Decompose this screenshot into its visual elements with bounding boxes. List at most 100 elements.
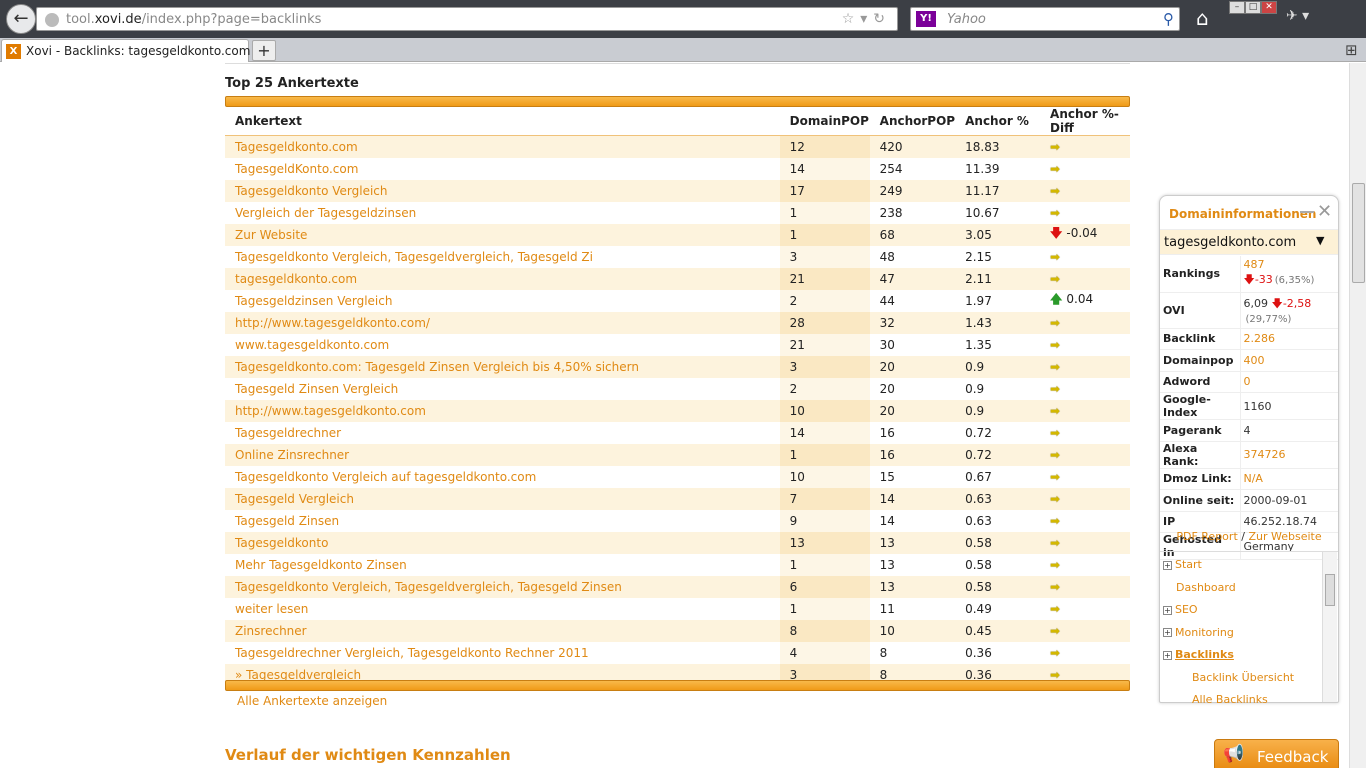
- tree-item[interactable]: Alle Backlinks: [1192, 693, 1268, 703]
- arrow-right-icon: ➡: [1050, 469, 1061, 484]
- anchor-text-link[interactable]: Tagesgeldkonto.com: Tagesgeld Zinsen Ver…: [225, 355, 780, 378]
- bookmark-star-icon[interactable]: ☆▾↻: [842, 11, 891, 27]
- new-tab-button[interactable]: +: [252, 40, 276, 61]
- info-value-cell: 6,09 🡇-2,58 (29,77%): [1240, 292, 1338, 329]
- anchorpop-cell: 15: [879, 469, 895, 484]
- anchor-text-link[interactable]: Tagesgeldkonto Vergleich: [225, 179, 780, 202]
- info-value[interactable]: N/A: [1244, 472, 1263, 485]
- expand-plus-icon[interactable]: +: [1163, 605, 1172, 615]
- anchor-text-link[interactable]: Tagesgeldkonto Vergleich, Tagesgeldvergl…: [225, 246, 780, 268]
- info-key: Domainpop: [1160, 349, 1241, 372]
- anchor-pct-cell: 0.67: [965, 469, 992, 484]
- domainpop-cell: 13: [779, 531, 870, 554]
- tree-item[interactable]: Dashboard: [1163, 581, 1236, 594]
- anchor-text-link[interactable]: weiter lesen: [225, 598, 780, 620]
- info-value[interactable]: 2.286: [1244, 332, 1276, 345]
- expand-plus-icon[interactable]: +: [1163, 560, 1172, 570]
- anchor-text-link[interactable]: Mehr Tagesgeldkonto Zinsen: [225, 554, 780, 576]
- anchor-text-link[interactable]: TagesgeldKonto.com: [225, 158, 780, 180]
- tree-item[interactable]: + Backlinks: [1163, 648, 1234, 661]
- table-row: Tagesgeld Zinsen 9 14 0.63 ➡: [225, 509, 1130, 532]
- anchor-text-link[interactable]: Tagesgeldkonto Vergleich, Tagesgeldvergl…: [225, 575, 780, 598]
- zur-webseite-link[interactable]: Zur Webseite: [1248, 530, 1321, 543]
- tree-scrollbar-thumb[interactable]: [1325, 574, 1335, 606]
- anchor-text-link[interactable]: Tagesgeld Vergleich: [225, 487, 780, 510]
- anchor-pct-cell: 0.49: [965, 601, 992, 616]
- tab-groups-icon[interactable]: ⊞: [1345, 41, 1358, 59]
- page-scrollbar[interactable]: [1349, 63, 1366, 768]
- anchor-text-link[interactable]: Tagesgeldkonto.com: [225, 135, 780, 158]
- anchor-text-link[interactable]: http://www.tagesgeldkonto.com: [225, 399, 780, 422]
- anchor-text-link[interactable]: Zur Website: [225, 223, 780, 246]
- info-value[interactable]: 400: [1244, 354, 1265, 367]
- arrow-right-icon: ➡: [1050, 337, 1061, 352]
- anchor-text-link[interactable]: Tagesgeldzinsen Vergleich: [225, 290, 780, 312]
- anchor-text-link[interactable]: Tagesgeldkonto: [225, 531, 780, 554]
- anchor-text-link[interactable]: Zinsrechner: [225, 619, 780, 642]
- col-header-anchor-pct[interactable]: Anchor %: [955, 107, 1041, 136]
- anchor-diff-cell: ➡: [1040, 554, 1130, 576]
- tab-xovi-backlinks[interactable]: X Xovi - Backlinks: tagesgeldkonto.com: [1, 39, 250, 62]
- col-header-anchor-diff[interactable]: Anchor %-Diff: [1040, 107, 1130, 136]
- tree-item[interactable]: + Monitoring: [1163, 626, 1234, 639]
- domainpop-cell: 2: [779, 377, 870, 400]
- arrow-right-icon: ➡: [1050, 381, 1061, 396]
- expand-plus-icon[interactable]: +: [1163, 650, 1172, 660]
- table-top-bar: [225, 96, 1130, 107]
- maximize-window-icon[interactable]: □: [1245, 1, 1261, 14]
- col-header-ankertext[interactable]: Ankertext: [225, 107, 780, 136]
- col-header-anchorpop[interactable]: AnchorPOP: [869, 107, 956, 136]
- anchor-pct-cell: 0.63: [965, 513, 992, 528]
- anchor-text-link[interactable]: Tagesgeld Zinsen Vergleich: [225, 378, 780, 400]
- anchor-text-link[interactable]: Tagesgeldkonto Vergleich auf tagesgeldko…: [225, 466, 780, 488]
- domainpop-cell: 4: [779, 641, 870, 664]
- yahoo-logo-icon[interactable]: Y!: [916, 11, 936, 27]
- anchor-text-link[interactable]: Tagesgeldrechner: [225, 422, 780, 444]
- pdf-report-link[interactable]: PDF Report: [1176, 530, 1237, 543]
- anchorpop-cell: 254: [879, 161, 903, 176]
- back-button[interactable]: ←: [6, 4, 36, 34]
- tree-item[interactable]: Backlink Übersicht: [1192, 671, 1294, 684]
- search-icon[interactable]: ⚲: [1163, 10, 1174, 28]
- anchor-text-link[interactable]: www.tagesgeldkonto.com: [225, 334, 780, 356]
- anchorpop-cell: 48: [879, 249, 895, 264]
- anchor-text-link[interactable]: Tagesgeld Zinsen: [225, 510, 780, 532]
- anchorpop-cell: 13: [869, 531, 956, 554]
- link-separator: /: [1241, 530, 1245, 543]
- search-bar[interactable]: Y! Yahoo ⚲: [910, 7, 1180, 31]
- close-window-icon[interactable]: ✕: [1261, 1, 1277, 14]
- tree-item[interactable]: + Start: [1163, 558, 1202, 571]
- show-all-anchors-link[interactable]: Alle Ankertexte anzeigen: [237, 694, 387, 708]
- table-row: Tagesgeld Vergleich 7 14 0.63 ➡: [225, 487, 1130, 510]
- anchor-text-link[interactable]: http://www.tagesgeldkonto.com/: [225, 311, 780, 334]
- anchor-text-link[interactable]: Vergleich der Tagesgeldzinsen: [225, 202, 780, 224]
- info-value[interactable]: 0: [1244, 375, 1251, 388]
- site-identity-icon[interactable]: [45, 13, 59, 27]
- tree-item[interactable]: + SEO: [1163, 603, 1198, 616]
- widget-minimize-icon[interactable]: [1300, 206, 1314, 213]
- anchor-text-link[interactable]: Tagesgeldrechner Vergleich, Tagesgeldkon…: [225, 642, 780, 664]
- minimize-window-icon[interactable]: –: [1229, 1, 1245, 14]
- tools-menu-icon[interactable]: ✈ ▾: [1286, 8, 1309, 24]
- expand-plus-icon[interactable]: +: [1163, 628, 1172, 637]
- search-input[interactable]: Yahoo: [947, 12, 986, 27]
- home-icon[interactable]: ⌂: [1196, 6, 1209, 30]
- anchor-diff-cell: 🡅 0.04: [1040, 290, 1130, 312]
- page-scrollbar-thumb[interactable]: [1352, 183, 1365, 283]
- address-bar[interactable]: tool.xovi.de/index.php?page=backlinks ☆▾…: [36, 7, 898, 31]
- info-row: Google-Index 1160: [1160, 392, 1338, 420]
- info-key: Backlink: [1160, 328, 1241, 350]
- anchor-pct-cell: 0.9: [955, 355, 1041, 378]
- anchor-text-link[interactable]: tagesgeldkonto.com: [225, 267, 780, 290]
- col-header-domainpop[interactable]: DomainPOP: [779, 107, 870, 136]
- info-value[interactable]: 374726: [1244, 448, 1286, 461]
- domain-select[interactable]: tagesgeldkonto.com ▼: [1160, 229, 1338, 255]
- anchor-text-link[interactable]: Online Zinsrechner: [225, 443, 780, 466]
- anchor-pct-cell: 2.15: [965, 249, 992, 264]
- tree-scrollbar[interactable]: [1322, 552, 1337, 702]
- tree-item-label: Monitoring: [1175, 625, 1234, 639]
- info-value[interactable]: 487: [1244, 258, 1265, 271]
- feedback-button[interactable]: 📢 Feedback: [1214, 739, 1339, 768]
- widget-close-icon[interactable]: ✕: [1317, 201, 1332, 222]
- anchorpop-cell: 20: [869, 355, 956, 378]
